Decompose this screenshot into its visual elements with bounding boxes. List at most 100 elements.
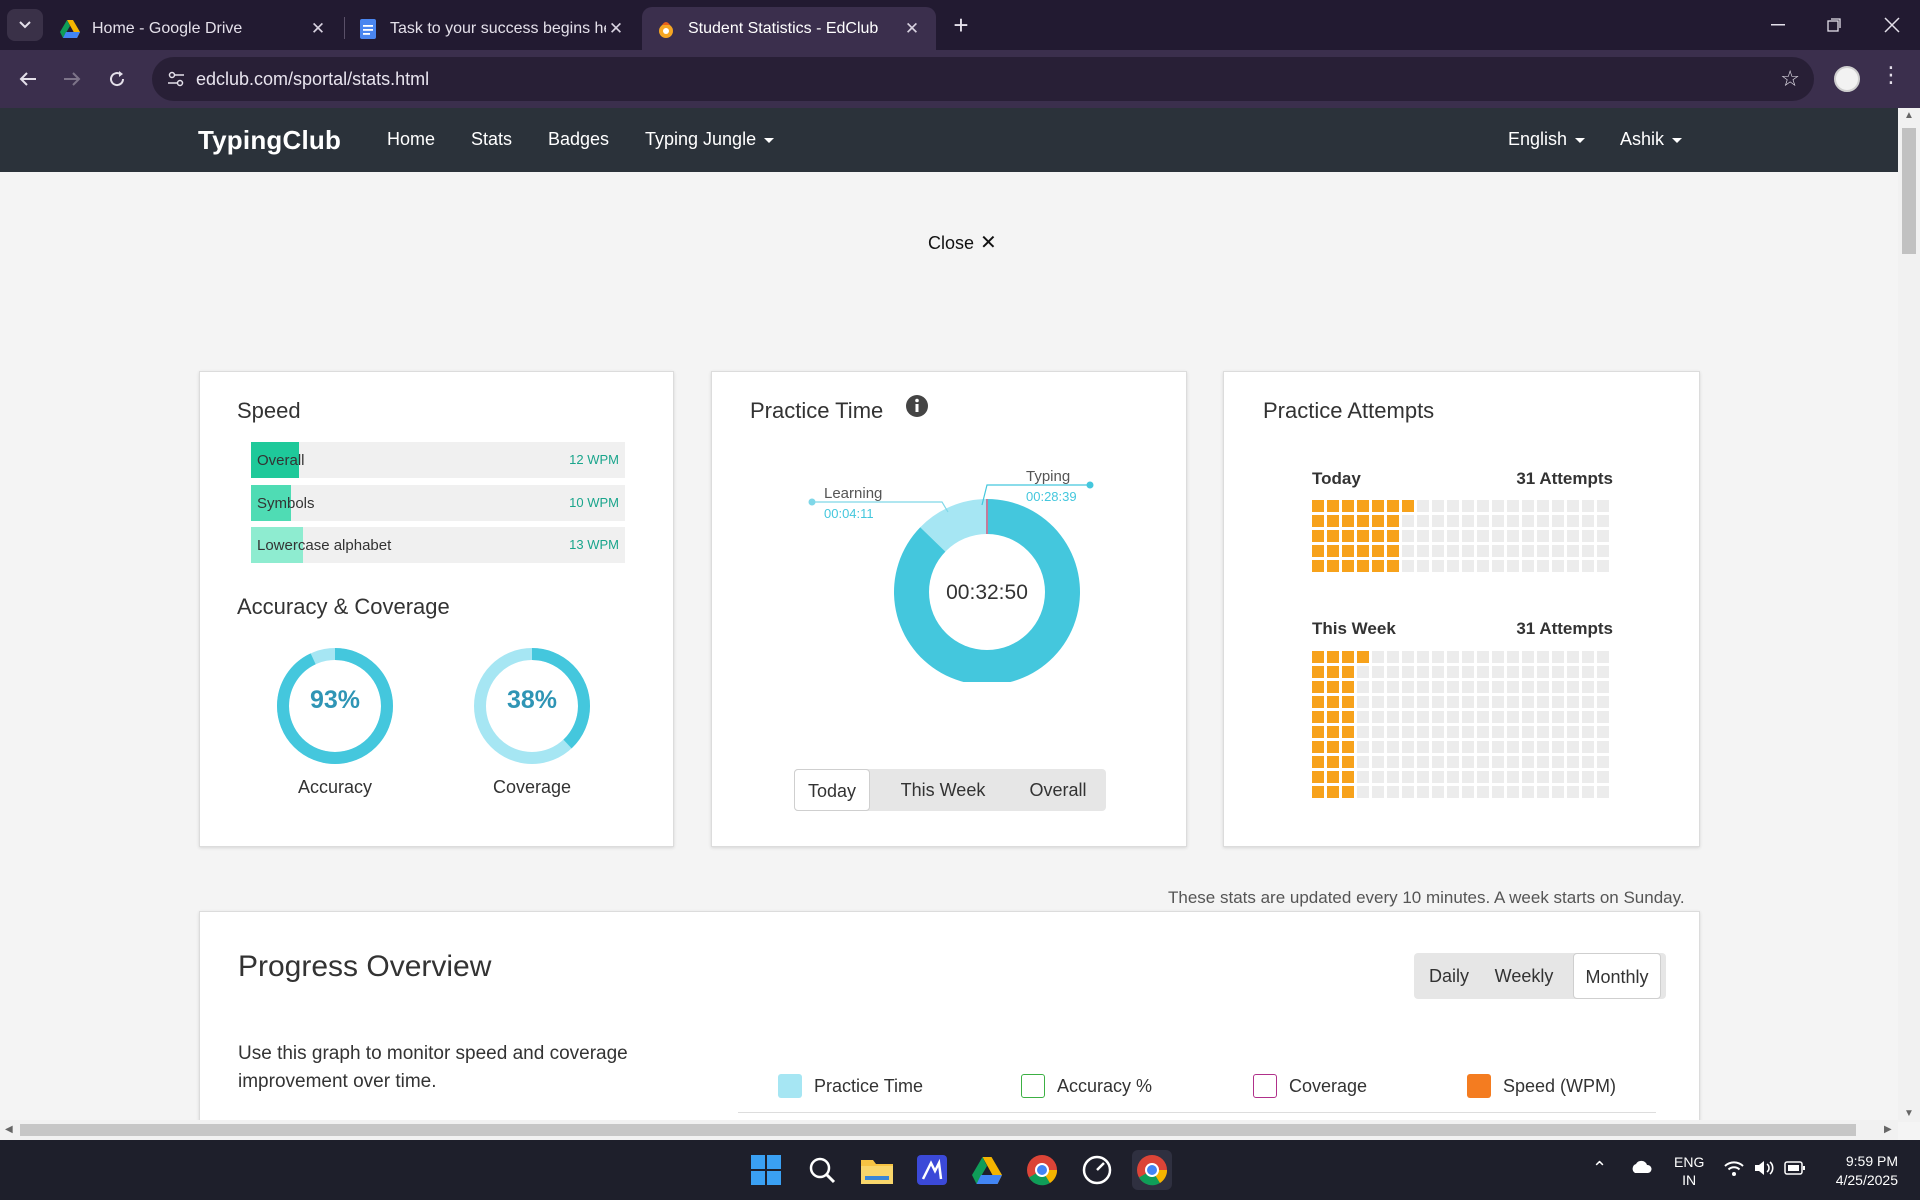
tab-this-week[interactable]: This Week bbox=[886, 769, 1000, 811]
nav-typing-jungle[interactable]: Typing Jungle bbox=[645, 129, 775, 150]
restore-button[interactable] bbox=[1806, 0, 1862, 50]
battery-icon[interactable] bbox=[1784, 1161, 1806, 1178]
legend-accuracy[interactable]: Accuracy % bbox=[1021, 1074, 1152, 1098]
volume-icon[interactable] bbox=[1754, 1160, 1776, 1179]
vertical-scrollbar[interactable]: ▲ ▼ bbox=[1898, 108, 1920, 1122]
attempt-cell bbox=[1567, 651, 1579, 663]
language-dropdown[interactable]: English bbox=[1508, 129, 1586, 150]
attempt-cell bbox=[1357, 530, 1369, 542]
legend-coverage[interactable]: Coverage bbox=[1253, 1074, 1367, 1098]
attempt-cell bbox=[1552, 666, 1564, 678]
close-tab-icon[interactable]: ✕ bbox=[902, 19, 922, 39]
wifi-icon[interactable] bbox=[1724, 1160, 1744, 1179]
attempt-cell bbox=[1372, 545, 1384, 557]
back-button[interactable] bbox=[12, 63, 44, 95]
attempt-cell bbox=[1522, 711, 1534, 723]
url-text[interactable]: edclub.com/sportal/stats.html bbox=[196, 69, 429, 90]
tab-monthly[interactable]: Monthly bbox=[1573, 953, 1661, 999]
today-label: Today bbox=[1312, 469, 1361, 488]
attempt-cell bbox=[1522, 500, 1534, 512]
close-tab-icon[interactable]: ✕ bbox=[308, 19, 328, 39]
attempt-cell bbox=[1462, 651, 1474, 663]
attempt-cell bbox=[1507, 666, 1519, 678]
coverage-ring: 38% bbox=[472, 646, 592, 766]
attempt-cell bbox=[1342, 530, 1354, 542]
browser-menu-icon[interactable]: ⋮ bbox=[1880, 62, 1902, 88]
nav-badges[interactable]: Badges bbox=[548, 129, 609, 150]
tab-title: Student Statistics - EdClub bbox=[688, 19, 879, 37]
nav-home[interactable]: Home bbox=[387, 129, 435, 150]
attempt-cell bbox=[1567, 741, 1579, 753]
attempt-cell bbox=[1507, 786, 1519, 798]
scroll-left-icon[interactable]: ◀ bbox=[5, 1124, 13, 1135]
vertical-scroll-thumb[interactable] bbox=[1902, 128, 1916, 254]
attempt-cell bbox=[1312, 545, 1324, 557]
tab-today[interactable]: Today bbox=[794, 769, 870, 811]
scroll-up-icon[interactable]: ▲ bbox=[1904, 110, 1914, 121]
input-language-indicator[interactable]: ENG IN bbox=[1674, 1153, 1704, 1189]
profile-avatar[interactable] bbox=[1834, 66, 1860, 92]
reload-icon bbox=[110, 71, 125, 87]
start-button[interactable] bbox=[746, 1150, 786, 1190]
file-explorer-button[interactable] bbox=[857, 1150, 897, 1190]
week-attempts-grid bbox=[1312, 651, 1609, 798]
progress-title: Progress Overview bbox=[238, 950, 492, 983]
new-tab-button[interactable]: + bbox=[946, 10, 976, 40]
speedometer-app-button[interactable] bbox=[1077, 1150, 1117, 1190]
user-menu[interactable]: Ashik bbox=[1620, 129, 1683, 150]
search-button[interactable] bbox=[802, 1150, 842, 1190]
clock[interactable]: 9:59 PM 4/25/2025 bbox=[1822, 1152, 1898, 1190]
attempt-cell bbox=[1447, 500, 1459, 512]
attempt-cell bbox=[1537, 756, 1549, 768]
tab-google-docs[interactable]: Task to your success begins here ✕ bbox=[344, 7, 640, 50]
minimize-button[interactable] bbox=[1750, 0, 1806, 50]
attempt-cell bbox=[1312, 771, 1324, 783]
attempt-cell bbox=[1507, 500, 1519, 512]
legend-speed[interactable]: Speed (WPM) bbox=[1467, 1074, 1616, 1098]
attempt-cell bbox=[1402, 741, 1414, 753]
forward-button[interactable] bbox=[56, 63, 88, 95]
app-button[interactable] bbox=[912, 1150, 952, 1190]
attempt-cell bbox=[1387, 560, 1399, 572]
close-tab-icon[interactable]: ✕ bbox=[606, 19, 626, 39]
chart-divider bbox=[738, 1112, 1656, 1113]
horizontal-scrollbar[interactable]: ◀ ▶ bbox=[0, 1120, 1898, 1140]
close-stats-link[interactable]: Close ✕ bbox=[928, 230, 997, 255]
nav-stats[interactable]: Stats bbox=[471, 129, 512, 150]
chevron-up-icon[interactable]: ⌃ bbox=[1592, 1158, 1607, 1179]
chrome-taskbar-button[interactable] bbox=[1022, 1150, 1062, 1190]
attempt-cell bbox=[1432, 530, 1444, 542]
info-icon[interactable] bbox=[905, 394, 929, 418]
reload-button[interactable] bbox=[101, 63, 133, 95]
tab-google-drive[interactable]: Home - Google Drive ✕ bbox=[46, 7, 342, 50]
attempt-cell bbox=[1477, 666, 1489, 678]
site-info-icon[interactable] bbox=[160, 63, 192, 95]
address-bar[interactable]: edclub.com/sportal/stats.html ☆ bbox=[152, 57, 1814, 101]
attempt-cell bbox=[1402, 545, 1414, 557]
browser-tab-strip: Home - Google Drive ✕ Task to your succe… bbox=[0, 0, 1920, 50]
scroll-down-icon[interactable]: ▼ bbox=[1904, 1108, 1914, 1119]
tab-weekly[interactable]: Weekly bbox=[1484, 953, 1564, 999]
horizontal-scroll-thumb[interactable] bbox=[20, 1124, 1856, 1136]
tab-overall[interactable]: Overall bbox=[1016, 769, 1100, 811]
google-drive-taskbar-button[interactable] bbox=[967, 1150, 1007, 1190]
scroll-right-icon[interactable]: ▶ bbox=[1884, 1124, 1892, 1135]
onedrive-cloud-icon[interactable] bbox=[1630, 1160, 1652, 1177]
attempt-cell bbox=[1507, 741, 1519, 753]
legend-practice-time[interactable]: Practice Time bbox=[778, 1074, 923, 1098]
close-window-button[interactable] bbox=[1864, 0, 1920, 50]
tab-daily[interactable]: Daily bbox=[1414, 953, 1484, 999]
attempt-cell bbox=[1537, 696, 1549, 708]
total-time: 00:32:50 bbox=[946, 581, 1028, 604]
attempt-cell bbox=[1582, 515, 1594, 527]
tab-search-button[interactable] bbox=[7, 9, 43, 41]
bookmark-star-icon[interactable]: ☆ bbox=[1780, 66, 1800, 92]
attempt-cell bbox=[1507, 771, 1519, 783]
site-logo[interactable]: TypingClub bbox=[198, 125, 341, 156]
speed-title: Speed bbox=[237, 398, 301, 423]
practice-time-title: Practice Time bbox=[750, 398, 884, 423]
chrome-active-taskbar-button[interactable] bbox=[1132, 1150, 1172, 1190]
tab-edclub[interactable]: Student Statistics - EdClub ✕ bbox=[642, 7, 936, 50]
attempt-cell bbox=[1597, 741, 1609, 753]
attempt-cell bbox=[1597, 771, 1609, 783]
